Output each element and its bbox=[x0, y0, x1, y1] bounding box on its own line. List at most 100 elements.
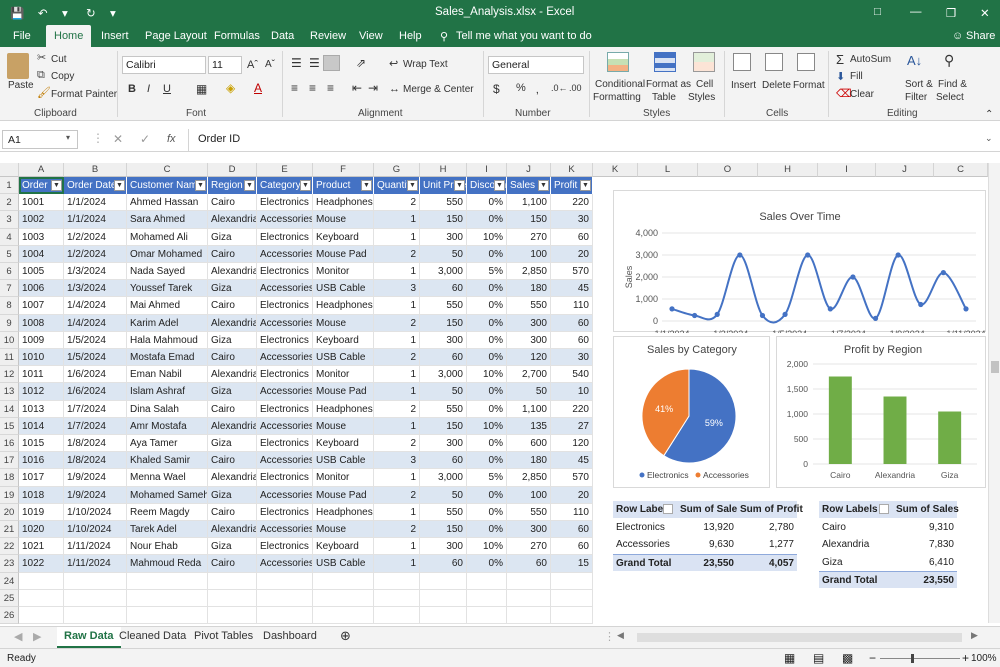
table-cell[interactable]: Accessories bbox=[257, 417, 313, 435]
table-cell[interactable]: Accessories bbox=[257, 245, 313, 263]
customize-toolbar-icon[interactable]: ▾ bbox=[110, 6, 116, 20]
table-cell[interactable]: 60 bbox=[551, 521, 593, 539]
table-cell[interactable]: 1/6/2024 bbox=[64, 383, 127, 401]
table-cell[interactable]: Electronics bbox=[257, 366, 313, 384]
empty-cell[interactable] bbox=[467, 572, 507, 590]
table-cell[interactable]: Electronics bbox=[257, 263, 313, 281]
clear-button[interactable]: Clear bbox=[850, 89, 874, 100]
table-cell[interactable]: 1016 bbox=[19, 452, 64, 470]
zoom-in-icon[interactable]: + bbox=[962, 651, 969, 665]
table-cell[interactable]: Nour Ehab bbox=[127, 538, 208, 556]
table-cell[interactable]: Mouse bbox=[313, 314, 374, 332]
filter-dropdown-icon[interactable]: ▼ bbox=[244, 180, 255, 191]
pivot-cell[interactable]: 9,310 bbox=[893, 519, 957, 536]
table-cell[interactable]: 1006 bbox=[19, 280, 64, 298]
table-cell[interactable]: Aya Tamer bbox=[127, 435, 208, 453]
sheet-tab-cleaned-data[interactable]: Cleaned Data bbox=[119, 630, 186, 642]
table-cell[interactable]: 550 bbox=[420, 400, 467, 418]
tab-insert[interactable]: Insert bbox=[101, 30, 129, 42]
table-cell[interactable]: Giza bbox=[208, 331, 257, 349]
table-cell[interactable]: Headphones bbox=[313, 503, 374, 521]
table-cell[interactable]: 1/1/2024 bbox=[64, 211, 127, 229]
table-cell[interactable]: Mohamed Sameh bbox=[127, 486, 208, 504]
number-format-select[interactable]: General bbox=[488, 56, 584, 74]
expand-formula-icon[interactable]: ⌄ bbox=[985, 133, 993, 144]
normal-view-icon[interactable]: ▦ bbox=[784, 651, 795, 665]
prev-sheet-icon[interactable]: ◀ bbox=[14, 630, 22, 643]
sales-over-time-chart[interactable]: Sales Over Time 4,000 3,000 2,000 1,000 0 Sale… bbox=[613, 190, 986, 339]
col-header[interactable]: B bbox=[64, 163, 127, 177]
table-cell[interactable]: 570 bbox=[551, 263, 593, 281]
name-box-dropdown-icon[interactable]: ▾ bbox=[66, 133, 70, 142]
pivot-header-cell[interactable]: Sum of Sales bbox=[893, 501, 959, 518]
insert-function-icon[interactable]: fx bbox=[167, 133, 176, 145]
pivot-header-cell[interactable]: Sum of Sales bbox=[677, 501, 743, 518]
table-cell[interactable]: 1007 bbox=[19, 297, 64, 315]
align-center-icon[interactable]: ≡ bbox=[309, 81, 316, 95]
pivot-cell[interactable]: Cairo bbox=[819, 519, 893, 536]
table-cell[interactable]: 0% bbox=[467, 452, 507, 470]
pivot-total-cell[interactable]: Grand Total bbox=[613, 553, 677, 571]
table-cell[interactable]: 1/5/2024 bbox=[64, 349, 127, 367]
table-cell[interactable]: 2 bbox=[374, 314, 420, 332]
table-cell[interactable]: Cairo bbox=[208, 452, 257, 470]
empty-cell[interactable] bbox=[467, 607, 507, 625]
table-cell[interactable]: Khaled Samir bbox=[127, 452, 208, 470]
align-middle-icon[interactable]: ☰ bbox=[309, 56, 320, 70]
table-cell[interactable]: 1 bbox=[374, 503, 420, 521]
empty-cell[interactable] bbox=[313, 572, 374, 590]
table-cell[interactable]: 5% bbox=[467, 263, 507, 281]
table-cell[interactable]: 1/11/2024 bbox=[64, 538, 127, 556]
table-cell[interactable]: 1001 bbox=[19, 194, 64, 212]
decrease-font-icon[interactable]: Aˇ bbox=[265, 59, 275, 70]
table-cell[interactable]: Electronics bbox=[257, 194, 313, 212]
table-header-cell[interactable]: Customer Name ▼ bbox=[127, 177, 208, 194]
empty-cell[interactable] bbox=[507, 607, 551, 625]
decrease-indent-icon[interactable]: ⇤ bbox=[352, 81, 362, 95]
table-cell[interactable]: Headphones bbox=[313, 194, 374, 212]
wrap-text-button[interactable]: Wrap Text bbox=[403, 59, 448, 70]
table-cell[interactable]: Alexandria bbox=[208, 263, 257, 281]
conditional-formatting-button[interactable]: Conditional bbox=[595, 79, 645, 90]
table-cell[interactable]: 1 bbox=[374, 331, 420, 349]
filter-dropdown-icon[interactable]: ▼ bbox=[114, 180, 125, 191]
table-cell[interactable]: Giza bbox=[208, 280, 257, 298]
table-cell[interactable]: 1 bbox=[374, 538, 420, 556]
pivot-table-region[interactable]: Row Labels Sum of Sales Cairo 9,310 Alexandr… bbox=[819, 501, 959, 591]
table-cell[interactable]: 0% bbox=[467, 314, 507, 332]
table-cell[interactable]: Mouse Pad bbox=[313, 245, 374, 263]
table-cell[interactable]: 550 bbox=[420, 297, 467, 315]
pivot-total-cell[interactable]: 4,057 bbox=[737, 553, 797, 571]
table-cell[interactable]: Electronics bbox=[257, 400, 313, 418]
format-as-table-button[interactable]: Format as bbox=[646, 79, 691, 90]
table-cell[interactable]: 10 bbox=[551, 383, 593, 401]
table-cell[interactable]: Electronics bbox=[257, 435, 313, 453]
table-cell[interactable]: Mouse Pad bbox=[313, 486, 374, 504]
table-cell[interactable]: 300 bbox=[507, 521, 551, 539]
empty-cell[interactable] bbox=[374, 607, 420, 625]
table-cell[interactable]: 110 bbox=[551, 297, 593, 315]
collapse-ribbon-icon[interactable]: ⌃ bbox=[985, 109, 993, 120]
table-cell[interactable]: Giza bbox=[208, 228, 257, 246]
cancel-icon[interactable]: ✕ bbox=[113, 132, 123, 146]
tab-data[interactable]: Data bbox=[271, 30, 294, 42]
pivot-cell[interactable]: Alexandria bbox=[819, 536, 893, 553]
pivot-total-cell[interactable]: 23,550 bbox=[893, 571, 957, 588]
table-cell[interactable]: 180 bbox=[507, 452, 551, 470]
table-cell[interactable]: 60 bbox=[420, 555, 467, 573]
table-cell[interactable]: Accessories bbox=[257, 314, 313, 332]
empty-cell[interactable] bbox=[374, 572, 420, 590]
table-cell[interactable]: Cairo bbox=[208, 245, 257, 263]
table-cell[interactable]: 50 bbox=[420, 486, 467, 504]
increase-font-icon[interactable]: Aˆ bbox=[247, 59, 258, 71]
table-cell[interactable]: Mohamed Ali bbox=[127, 228, 208, 246]
decrease-decimal-icon[interactable]: .00 bbox=[569, 83, 582, 93]
table-cell[interactable]: 600 bbox=[507, 435, 551, 453]
table-cell[interactable]: 60 bbox=[551, 228, 593, 246]
table-cell[interactable]: 300 bbox=[420, 538, 467, 556]
pivot-cell[interactable]: 1,277 bbox=[737, 536, 797, 553]
empty-cell[interactable] bbox=[19, 589, 64, 607]
table-cell[interactable]: 0% bbox=[467, 503, 507, 521]
table-cell[interactable]: Mostafa Emad bbox=[127, 349, 208, 367]
align-top-icon[interactable]: ☰ bbox=[291, 56, 302, 70]
